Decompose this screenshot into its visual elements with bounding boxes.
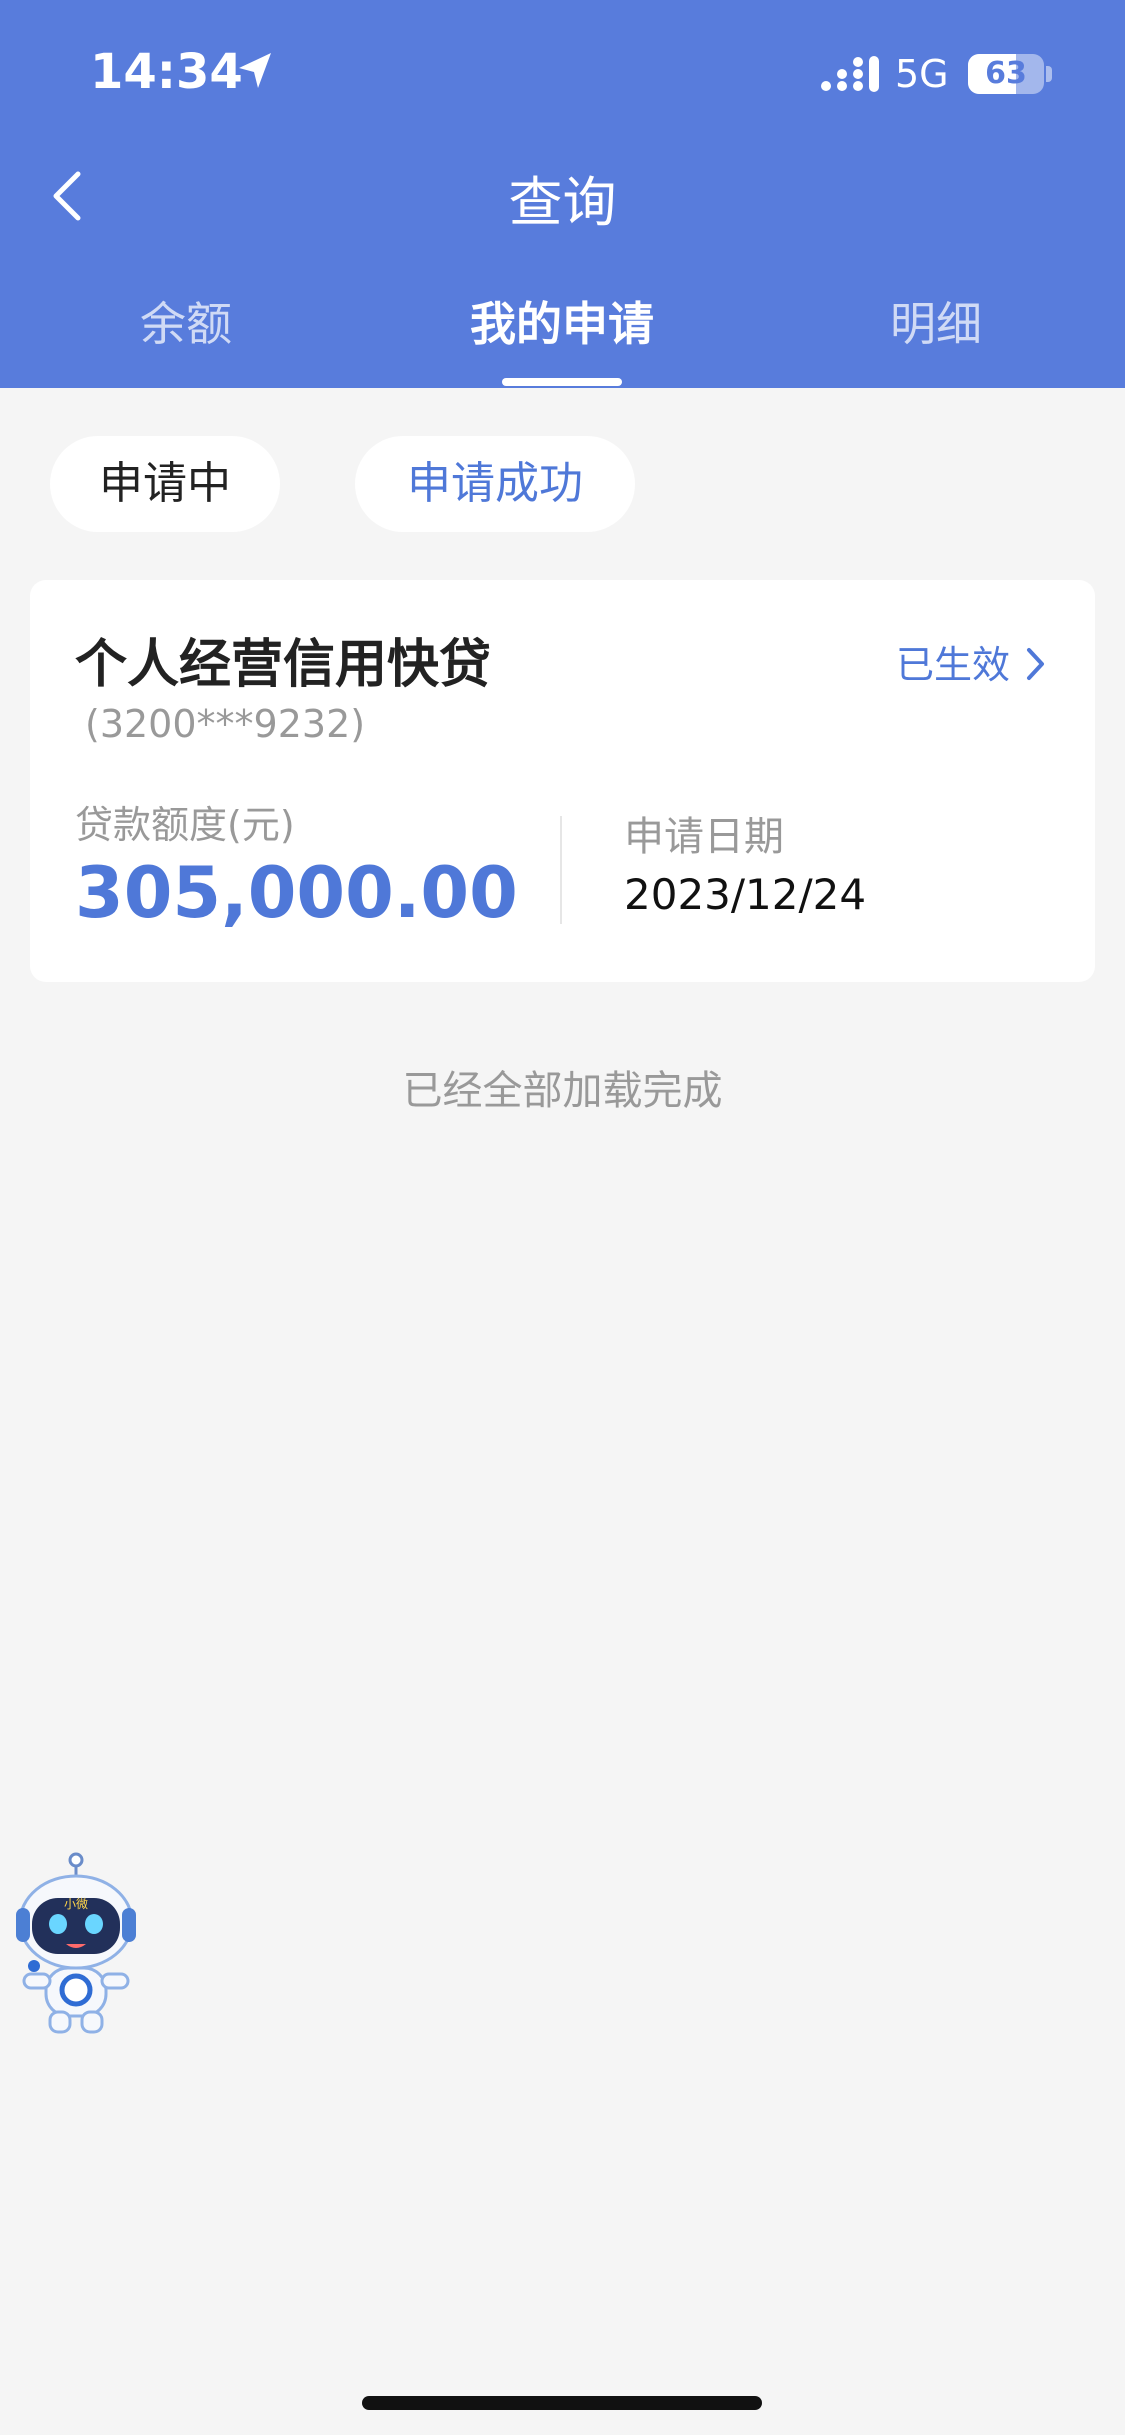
battery-tip xyxy=(1046,66,1052,82)
filter-approved[interactable]: 申请成功 xyxy=(355,436,635,532)
battery-icon: 63 xyxy=(968,54,1044,94)
card-divider xyxy=(560,816,562,924)
filter-in-progress[interactable]: 申请中 xyxy=(50,436,280,532)
home-indicator[interactable] xyxy=(362,2396,762,2410)
battery-percent: 63 xyxy=(985,56,1027,91)
app-header: 14:34 5G 63 查询 余额 我的申请 明细 xyxy=(0,0,1125,388)
loan-amount-label: 贷款额度(元) xyxy=(75,803,295,847)
status-time: 14:34 xyxy=(90,44,243,100)
account-number: (3200***9232) xyxy=(85,702,366,746)
signal-strength-icon xyxy=(821,56,879,92)
robot-assistant-icon: 小微 xyxy=(16,1852,136,2034)
application-date-label: 申请日期 xyxy=(624,814,784,860)
tab-balance[interactable]: 余额 xyxy=(36,288,336,354)
application-card[interactable]: 个人经营信用快贷 (3200***9232) 已生效 贷款额度(元) 305,0… xyxy=(30,580,1095,982)
status-label[interactable]: 已生效 xyxy=(896,634,1010,689)
tab-details[interactable]: 明细 xyxy=(786,288,1086,354)
network-type: 5G xyxy=(895,52,949,96)
chevron-right-icon[interactable] xyxy=(1020,642,1050,686)
active-tab-indicator xyxy=(502,378,622,386)
page-title: 查询 xyxy=(508,171,617,234)
assistant-badge: 小微 xyxy=(64,1897,88,1911)
robot-assistant-button[interactable]: 小微 xyxy=(12,1852,140,2034)
application-date-value: 2023/12/24 xyxy=(624,870,867,919)
tab-my-applications[interactable]: 我的申请 xyxy=(412,288,712,354)
location-arrow-icon xyxy=(239,53,271,88)
load-complete-message: 已经全部加载完成 xyxy=(402,1068,723,1114)
product-name: 个人经营信用快贷 xyxy=(75,635,492,695)
loan-amount-value: 305,000.00 xyxy=(75,852,518,934)
